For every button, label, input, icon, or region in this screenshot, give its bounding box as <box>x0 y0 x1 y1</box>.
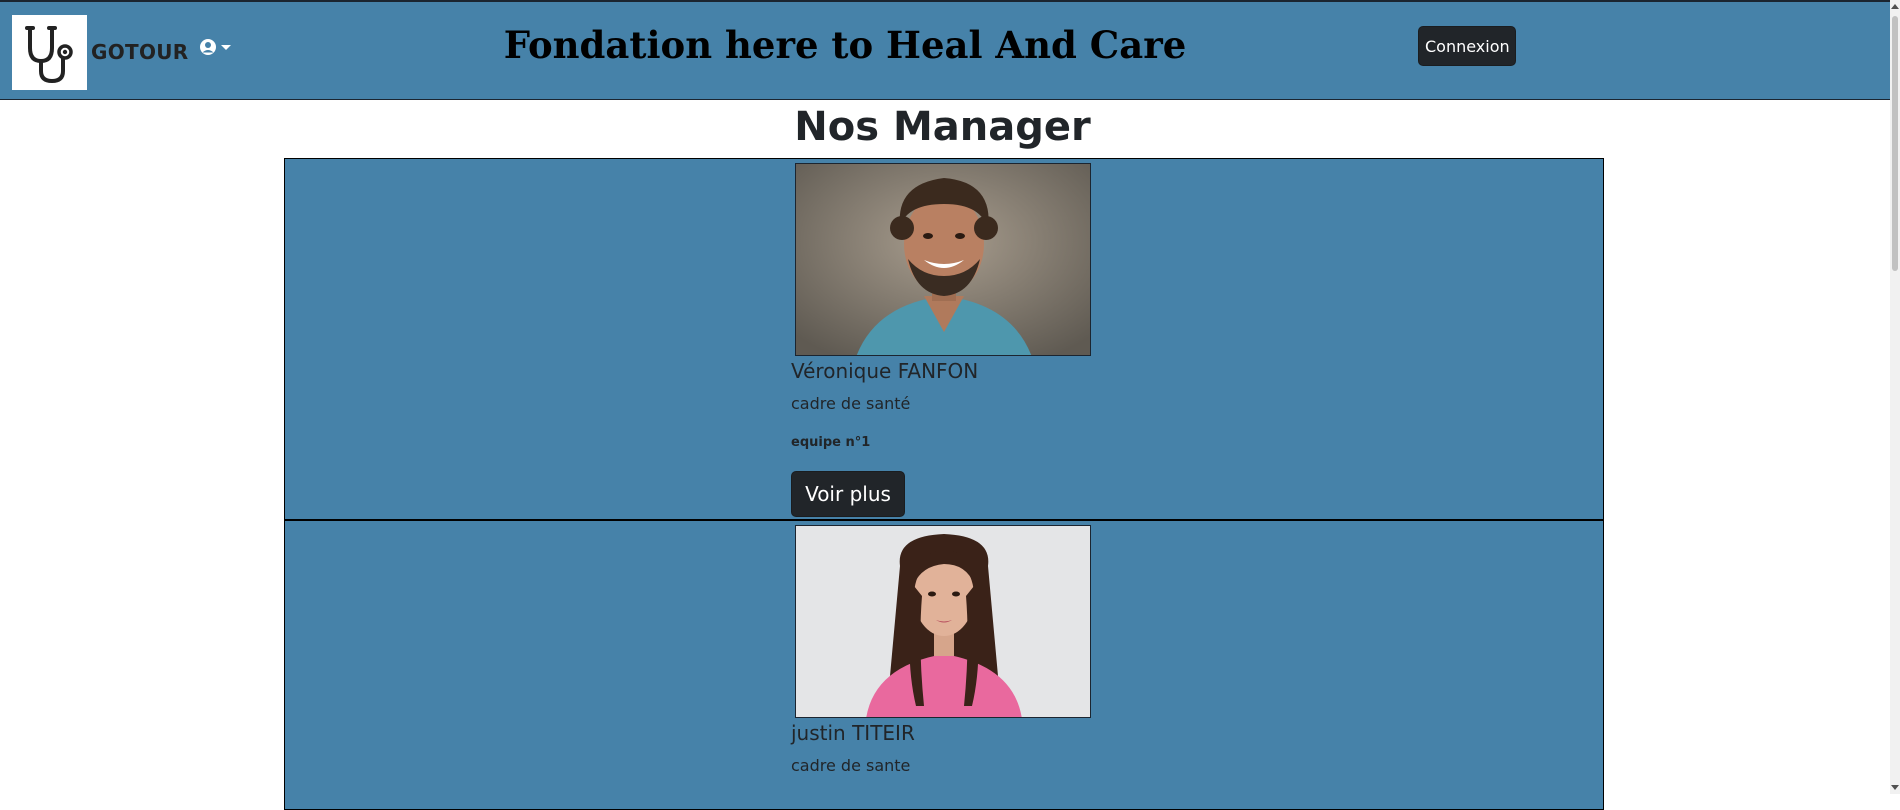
manager-role: cadre de santé <box>791 394 911 413</box>
manager-name: justin TITEIR <box>791 721 915 745</box>
manager-role: cadre de sante <box>791 756 911 775</box>
manager-photo <box>795 525 1091 718</box>
scroll-up-arrow-icon[interactable] <box>1891 4 1899 9</box>
manager-team: equipe n°1 <box>791 435 871 450</box>
scrollbar-thumb[interactable] <box>1892 16 1898 271</box>
login-button[interactable]: Connexion <box>1418 26 1516 66</box>
page-title: Nos Manager <box>794 104 1091 150</box>
site-title: Fondation here to Heal And Care <box>503 23 1187 67</box>
chevron-down-icon <box>221 44 231 50</box>
manager-card: justin TITEIR cadre de sante <box>284 520 1604 810</box>
manager-photo <box>795 163 1091 356</box>
user-avatar-icon <box>200 39 216 55</box>
scroll-down-arrow-icon[interactable] <box>1891 785 1899 790</box>
stethoscope-icon <box>25 26 73 84</box>
view-more-button[interactable]: Voir plus <box>791 471 905 517</box>
brand-logo[interactable] <box>12 15 87 90</box>
brand-name[interactable]: GOTOUR <box>91 40 189 64</box>
top-navbar: GOTOUR Fondation here to Heal And Care C… <box>0 0 1890 100</box>
user-dropdown-toggle[interactable] <box>199 36 235 58</box>
vertical-scrollbar[interactable] <box>1890 0 1900 794</box>
manager-card: Véronique FANFON cadre de santé equipe n… <box>284 158 1604 520</box>
manager-name: Véronique FANFON <box>791 359 979 383</box>
